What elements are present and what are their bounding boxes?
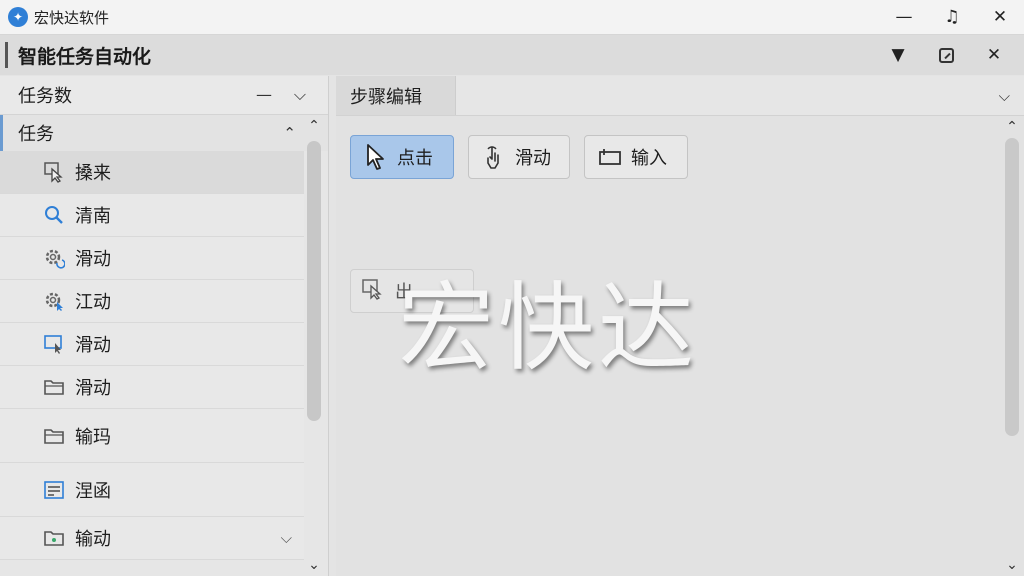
gear-cursor-icon [42, 289, 66, 313]
task-list: 搡来 清南 滑动 江动 滑动 滑动 输玛 涅函 输动 ⌵ [0, 151, 304, 560]
document-bar: 智能任务自动化 ▼ ✕ [0, 35, 1024, 75]
app-logo-icon: ✦ [8, 7, 28, 27]
dropdown-icon: ▼ [891, 45, 905, 65]
doc-dropdown-button[interactable]: ▼ [874, 35, 922, 75]
task-item[interactable]: 清南 [0, 194, 304, 237]
task-item[interactable]: 滑动 [0, 237, 304, 280]
scroll-thumb[interactable] [1005, 138, 1019, 436]
task-label: 滑动 [75, 249, 111, 270]
restore-icon: ♫ [944, 7, 960, 27]
pointer-icon [363, 143, 389, 171]
task-group-header[interactable]: 任务 ⌃ [0, 115, 328, 151]
doc-popout-button[interactable] [922, 35, 970, 75]
editor-scrollbar[interactable]: ⌃ ⌄ [1002, 116, 1022, 576]
scroll-thumb[interactable] [307, 141, 321, 421]
task-panel: 任务数 — ⌵ 任务 ⌃ 搡来 清南 滑动 江动 滑动 滑动 输玛 涅函 输动 … [0, 76, 329, 576]
task-label: 涅函 [75, 480, 111, 502]
step-editor-tabs: 步骤编辑 ⌵ [336, 76, 1024, 116]
action-label: 滑动 [515, 148, 551, 169]
minimize-icon: — [895, 7, 913, 27]
folder-icon [42, 424, 66, 448]
task-label: 江动 [75, 292, 111, 313]
task-label: 滑动 [75, 378, 111, 399]
tab-label: 步骤编辑 [350, 86, 422, 108]
title-bar: ✦ 宏快达软件 — ♫ ✕ [0, 0, 1024, 35]
swipe-action-button[interactable]: 滑动 [468, 135, 570, 179]
task-label: 搡来 [75, 163, 111, 184]
action-label: 点击 [397, 148, 433, 169]
scroll-up-icon[interactable]: ⌃ [1002, 116, 1022, 138]
chevron-down-icon[interactable]: ⌵ [999, 87, 1010, 105]
task-label: 滑动 [75, 335, 111, 356]
folder-icon [42, 375, 66, 399]
task-panel-controls: — ⌵ [246, 85, 318, 105]
document-controls: ▼ ✕ [874, 35, 1018, 75]
task-group-title: 任务 [18, 124, 54, 145]
task-item[interactable]: 搡来 [0, 151, 304, 194]
restore-button[interactable]: ♫ [928, 0, 976, 34]
task-label: 输玛 [75, 426, 111, 448]
close-button[interactable]: ✕ [976, 0, 1024, 34]
task-item[interactable]: 滑动 [0, 366, 304, 409]
window-title: 宏快达软件 [34, 8, 110, 27]
search-icon [42, 203, 66, 227]
touch-hand-icon [481, 143, 507, 171]
task-label: 清南 [75, 206, 111, 227]
doc-accent-bar [5, 42, 8, 68]
window-controls: — ♫ ✕ [880, 0, 1024, 34]
task-item[interactable]: 输动 ⌵ [0, 517, 304, 560]
folder-dot-icon [42, 526, 66, 550]
close-icon: ✕ [986, 45, 1002, 65]
cursor-select-icon [42, 160, 66, 184]
task-item[interactable]: 涅函 [0, 463, 304, 517]
minimize-button[interactable]: — [880, 0, 928, 34]
task-panel-header: 任务数 — ⌵ [0, 76, 328, 115]
chevron-up-icon[interactable]: ⌃ [283, 124, 296, 142]
panel-menu-button[interactable]: ⌵ [282, 85, 318, 105]
popout-icon [938, 47, 954, 63]
gear-refresh-icon [42, 246, 66, 270]
click-action-button[interactable]: 点击 [350, 135, 454, 179]
doc-close-button[interactable]: ✕ [970, 35, 1018, 75]
document-title: 智能任务自动化 [18, 45, 152, 68]
task-label: 输动 [75, 529, 111, 550]
scroll-down-icon[interactable]: ⌄ [1002, 554, 1022, 576]
form-icon [42, 478, 66, 502]
cursor-select-icon [361, 277, 387, 306]
task-item[interactable]: 滑动 [0, 323, 304, 366]
screen-cursor-icon [42, 332, 66, 356]
task-item[interactable]: 江动 [0, 280, 304, 323]
scroll-up-icon[interactable]: ⌃ [304, 115, 324, 137]
step-card-label: 出 [395, 282, 413, 303]
chevron-down-icon[interactable]: ⌵ [281, 529, 292, 547]
step-editor-panel: 步骤编辑 ⌵ 点击 滑动 输入 出 ⌃ ⌄ [336, 76, 1024, 576]
scroll-down-icon[interactable]: ⌄ [304, 554, 324, 576]
input-action-button[interactable]: 输入 [584, 135, 688, 179]
step-card[interactable]: 出 [350, 269, 474, 313]
task-list-scrollbar[interactable]: ⌃ ⌄ [304, 115, 324, 576]
chevron-down-icon: ⌵ [293, 85, 307, 104]
task-panel-title: 任务数 [18, 86, 72, 107]
input-box-icon [597, 145, 623, 169]
close-icon: ✕ [992, 7, 1008, 27]
task-item[interactable]: 输玛 [0, 409, 304, 463]
tab-step-editor[interactable]: 步骤编辑 [336, 76, 456, 115]
action-label: 输入 [631, 148, 667, 169]
collapse-panel-button[interactable]: — [246, 85, 282, 105]
